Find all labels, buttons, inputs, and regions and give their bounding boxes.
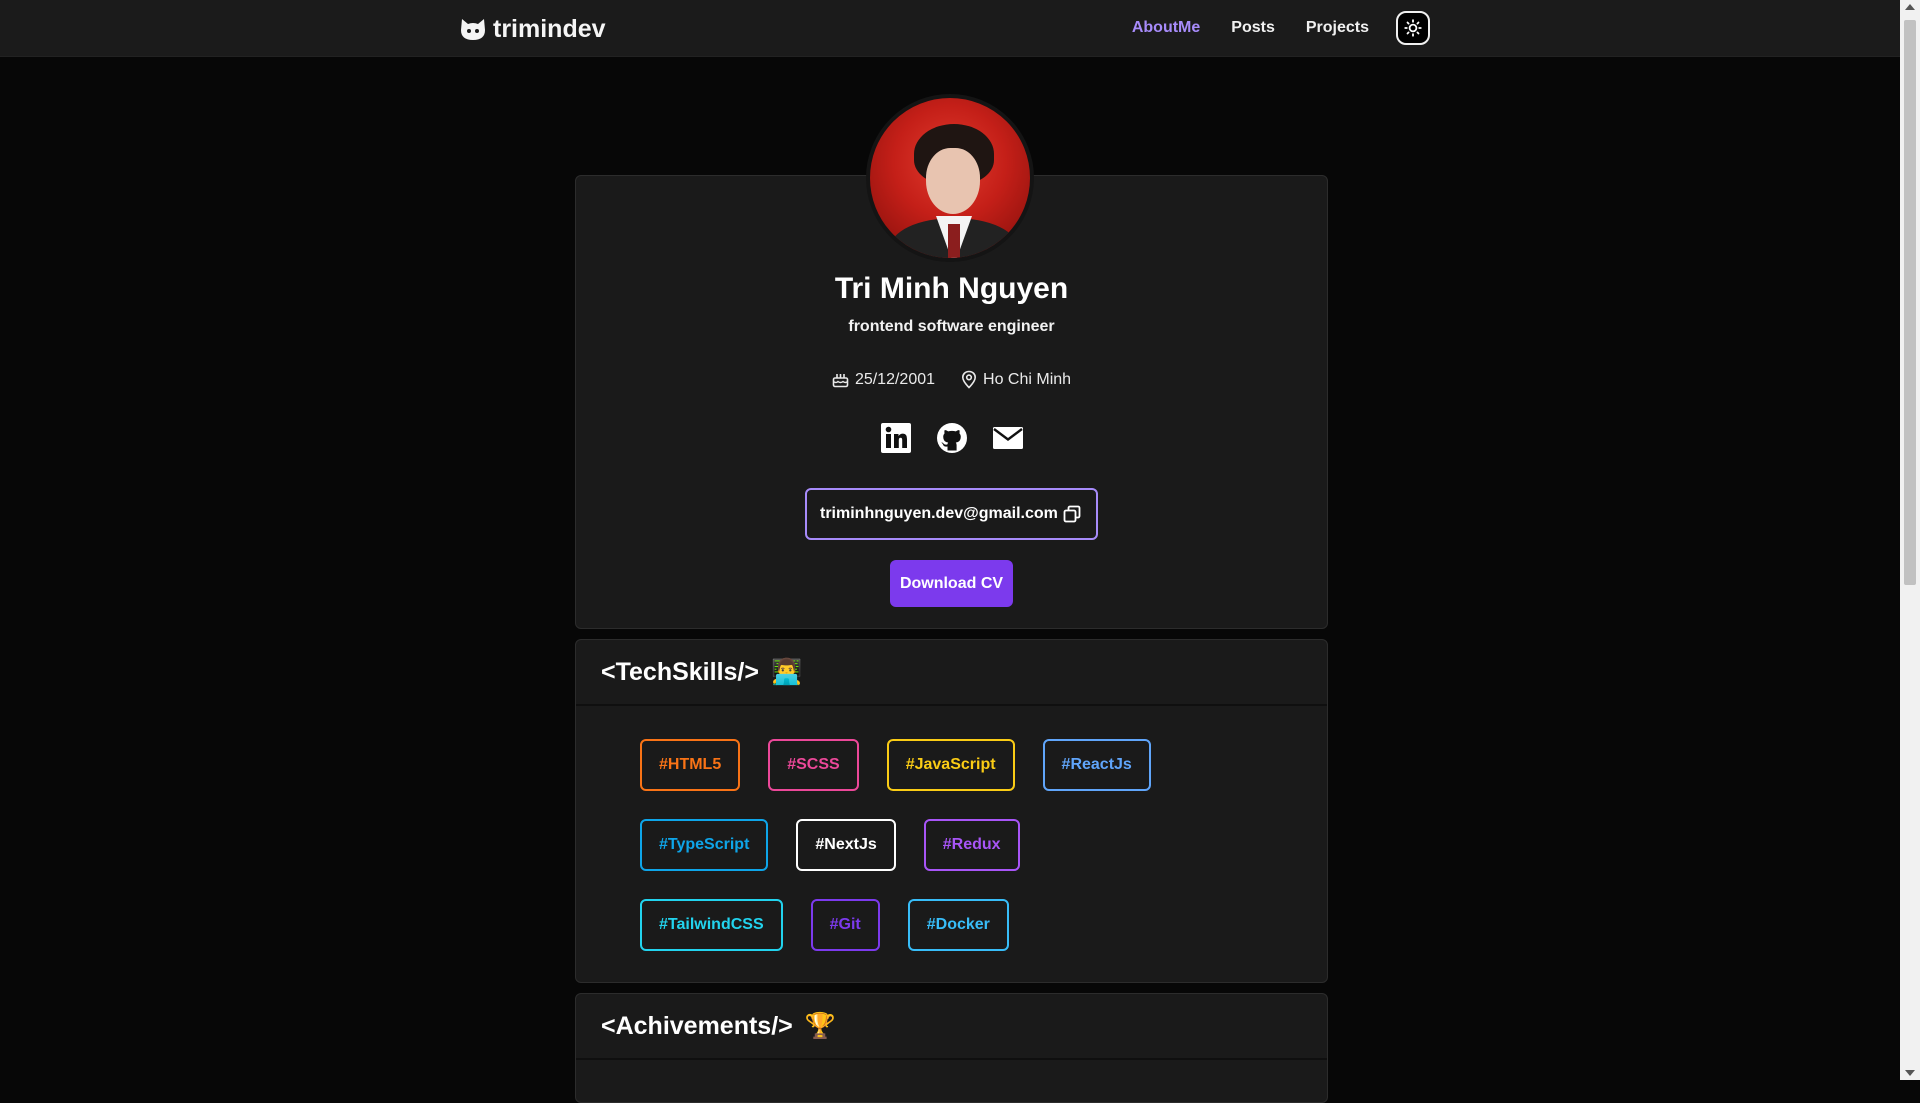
page-scrollbar[interactable] — [1900, 0, 1920, 1080]
nav-aboutme[interactable]: AboutMe — [1132, 19, 1200, 37]
skill-row: #TailwindCSS #Git #Docker — [640, 899, 1151, 951]
social-links — [575, 421, 1328, 455]
birthday-info: 25/12/2001 — [832, 371, 935, 389]
github-icon — [936, 423, 967, 453]
nav-posts[interactable]: Posts — [1231, 19, 1275, 37]
skill-tag[interactable]: #JavaScript — [886, 739, 1015, 791]
brand-logo-link[interactable]: trimindev — [459, 14, 606, 44]
section-title: <TechSkills/> — [601, 657, 759, 686]
avatar — [866, 94, 1034, 262]
birthday-text: 25/12/2001 — [854, 370, 936, 388]
skill-tag[interactable]: #Docker — [907, 899, 1009, 951]
skill-tags: #HTML5 #SCSS #JavaScript #ReactJs #TypeScrip… — [640, 739, 1151, 979]
cake-icon — [832, 374, 849, 388]
skill-tag[interactable]: #Redux — [923, 819, 1020, 871]
copy-icon[interactable] — [1062, 504, 1082, 524]
skill-tag[interactable]: #ReactJs — [1042, 739, 1151, 791]
scroll-down-arrow-icon[interactable] — [1905, 1070, 1915, 1076]
skill-tag[interactable]: #TailwindCSS — [640, 899, 783, 951]
top-navbar: trimindev AboutMe Posts Projects — [0, 0, 1900, 57]
skill-tag[interactable]: #NextJs — [796, 819, 896, 871]
cat-logo-icon — [461, 19, 485, 40]
theme-toggle-button[interactable] — [1396, 11, 1430, 45]
scroll-up-arrow-icon[interactable] — [1905, 4, 1915, 10]
location-text: Ho Chi Minh — [983, 370, 1072, 388]
brand-name: trimindev — [493, 14, 606, 43]
achievements-card: <Achivements/> 🏆 — [575, 993, 1328, 1103]
main-nav: AboutMe Posts Projects — [1101, 11, 1430, 45]
technologist-emoji-icon: 👨‍💻 — [770, 657, 803, 686]
profile-name: Tri Minh Nguyen — [834, 272, 1069, 305]
linkedin-icon — [880, 423, 911, 453]
section-title: <Achivements/> — [601, 1011, 793, 1040]
skill-tag[interactable]: #HTML5 — [640, 739, 741, 791]
profile-role: frontend software engineer — [848, 318, 1055, 335]
skill-tag[interactable]: #TypeScript — [640, 819, 769, 871]
download-cv-button[interactable]: Download CV — [890, 560, 1013, 607]
email-copy-field[interactable]: triminhnguyen.dev@gmail.com — [805, 488, 1098, 540]
email-link[interactable] — [991, 421, 1025, 455]
trophy-emoji-icon: 🏆 — [804, 1011, 836, 1040]
skill-tag[interactable]: #SCSS — [768, 739, 859, 791]
tech-skills-header: <TechSkills/> 👨‍💻 — [576, 640, 1327, 706]
achievements-header: <Achivements/> 🏆 — [576, 994, 1327, 1060]
scroll-thumb[interactable] — [1904, 20, 1916, 585]
skill-tag[interactable]: #Git — [810, 899, 880, 951]
mail-icon — [992, 427, 1023, 449]
location-pin-icon — [962, 370, 977, 389]
tech-skills-card: <TechSkills/> 👨‍💻 #HTML5 #SCSS #JavaScript… — [575, 639, 1328, 983]
profile-meta: 25/12/2001 Ho Chi Minh — [575, 370, 1328, 389]
sun-icon — [1404, 19, 1422, 37]
github-link[interactable] — [935, 421, 969, 455]
skill-row: #HTML5 #SCSS #JavaScript #ReactJs — [640, 739, 1151, 791]
location-info: Ho Chi Minh — [961, 370, 1071, 389]
skill-row: #TypeScript #NextJs #Redux — [640, 819, 1151, 871]
linkedin-link[interactable] — [879, 421, 913, 455]
email-text: triminhnguyen.dev@gmail.com — [820, 505, 1058, 522]
nav-projects[interactable]: Projects — [1306, 19, 1369, 37]
